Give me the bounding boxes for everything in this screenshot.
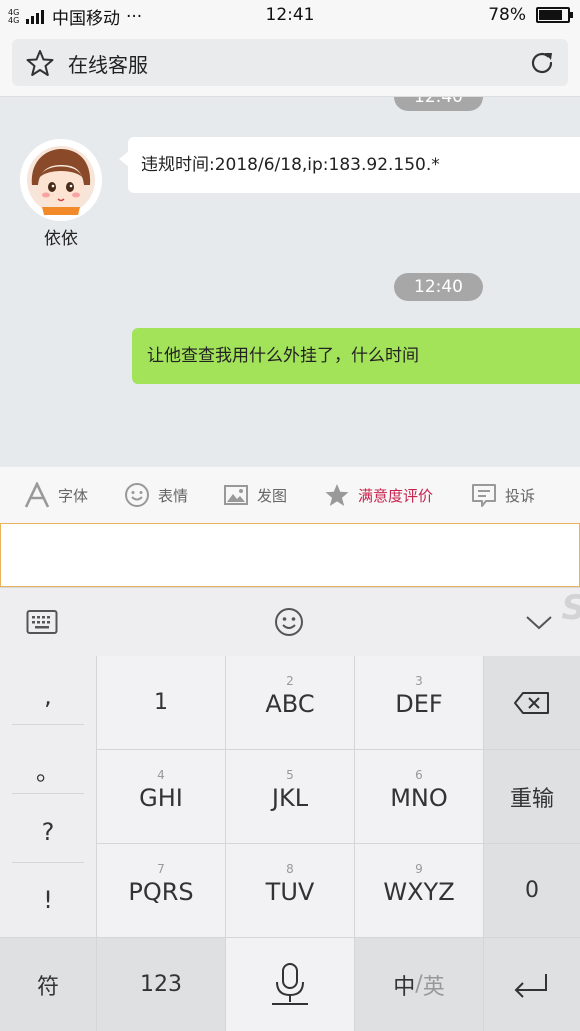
lang-separator: / — [415, 972, 423, 997]
star-filled-icon — [325, 484, 349, 506]
punctuation-column[interactable]: , 。 ? ! — [0, 656, 96, 937]
rating-button[interactable]: 满意度评价 — [324, 467, 433, 523]
key-7-letters: PQRS — [128, 878, 194, 906]
key-9-wxyz[interactable]: 9 WXYZ — [355, 844, 483, 937]
key-5-jkl[interactable]: 5 JKL — [226, 750, 354, 843]
backspace-icon — [514, 692, 549, 714]
divider — [12, 862, 84, 863]
font-button[interactable]: 字体 — [24, 467, 88, 523]
key-4-letters: GHI — [139, 784, 183, 812]
image-button[interactable]: 发图 — [223, 467, 287, 523]
numbers-label: 123 — [140, 972, 182, 997]
message-input[interactable] — [0, 523, 580, 587]
agent-avatar[interactable] — [20, 139, 102, 221]
time-pill-top: 12:40 — [394, 97, 483, 111]
image-icon — [224, 485, 248, 505]
complaint-icon — [472, 484, 496, 507]
key-9-number: 9 — [415, 862, 423, 876]
divider — [12, 793, 84, 794]
key-6-letters: MNO — [390, 784, 448, 812]
key-5-letters: JKL — [271, 784, 309, 812]
title-bar: 在线客服 — [12, 39, 568, 86]
image-label: 发图 — [257, 486, 288, 505]
smiley-icon — [125, 483, 149, 507]
key-7-number: 7 — [157, 862, 165, 876]
key-3-number: 3 — [415, 674, 423, 688]
backspace-key[interactable] — [484, 656, 580, 749]
key-2-abc[interactable]: 2 ABC — [226, 656, 354, 749]
key-4-ghi[interactable]: 4 GHI — [97, 750, 225, 843]
language-toggle-key[interactable]: 中 / 英 — [355, 938, 483, 1031]
battery-icon — [536, 7, 573, 23]
agent-message[interactable]: 违规时间:2018/6/18,ip:183.92.150.* — [119, 137, 580, 193]
chevron-down-icon[interactable] — [524, 612, 554, 632]
header: 在线客服 — [0, 30, 580, 97]
punct-exclaim[interactable]: ! — [12, 886, 84, 914]
chat-toolbar: 字体 表情 发图 满意度评价 投诉 — [0, 467, 580, 523]
font-icon — [24, 482, 50, 508]
star-icon[interactable] — [26, 49, 54, 77]
emoji-icon[interactable] — [273, 606, 305, 638]
status-right: 78% — [488, 5, 573, 25]
lang-en: 英 — [422, 974, 445, 1000]
agent-name: 依依 — [44, 229, 78, 249]
symbols-key[interactable]: 符 — [0, 938, 96, 1031]
enter-icon — [514, 974, 547, 998]
rating-label: 满意度评价 — [358, 486, 434, 505]
emoji-button[interactable]: 表情 — [124, 467, 188, 523]
key-6-mno[interactable]: 6 MNO — [355, 750, 483, 843]
key-3-letters: DEF — [395, 690, 443, 718]
key-0-label: 0 — [525, 878, 539, 903]
complaint-label: 投诉 — [505, 486, 536, 505]
punct-period[interactable]: 。 — [12, 752, 84, 787]
emoji-label: 表情 — [158, 486, 189, 505]
key-8-number: 8 — [286, 862, 294, 876]
complaint-button[interactable]: 投诉 — [471, 467, 535, 523]
numbers-key[interactable]: 123 — [97, 938, 225, 1031]
key-7-pqrs[interactable]: 7 PQRS — [97, 844, 225, 937]
key-1-label: 1 — [154, 690, 168, 715]
key-1[interactable]: 1 — [97, 656, 225, 749]
microphone-icon — [272, 963, 308, 1005]
key-8-letters: TUV — [265, 878, 315, 906]
user-message[interactable]: 让他查查我用什么外挂了，什么时间 — [132, 328, 580, 384]
font-label: 字体 — [58, 486, 89, 505]
chat-area[interactable]: 12:40 依依 违规时间:2018/6/18,ip:183.92.150.* … — [0, 97, 580, 467]
key-3-def[interactable]: 3 DEF — [355, 656, 483, 749]
key-6-number: 6 — [415, 768, 423, 782]
keyboard-toolbar: S — [0, 587, 580, 656]
reenter-label: 重输 — [509, 786, 554, 812]
key-5-number: 5 — [286, 768, 294, 782]
language-toggle-label: 中 / 英 — [355, 938, 483, 1031]
voice-key[interactable] — [226, 938, 354, 1031]
key-8-tuv[interactable]: 8 TUV — [226, 844, 354, 937]
enter-key[interactable] — [484, 938, 580, 1031]
reenter-key[interactable]: 重输 — [484, 750, 580, 843]
status-bar: 4G 4G 中国移动 ··· 12:41 78% — [0, 0, 580, 30]
key-4-number: 4 — [157, 768, 165, 782]
key-0[interactable]: 0 — [484, 844, 580, 937]
refresh-icon[interactable] — [528, 49, 556, 77]
keyboard: , 。 ? ! 1 2 ABC 3 DEF 4 GHI 5 JKL 6 MNO — [0, 656, 580, 1031]
logo-watermark: S — [562, 588, 580, 628]
divider — [12, 724, 84, 725]
punct-comma[interactable]: , — [12, 682, 84, 710]
page-title: 在线客服 — [68, 53, 148, 77]
battery-percent: 78% — [488, 5, 526, 25]
key-2-letters: ABC — [265, 690, 315, 718]
key-9-letters: WXYZ — [383, 878, 455, 906]
time-pill: 12:40 — [394, 273, 483, 301]
symbols-label: 符 — [36, 974, 59, 1000]
punct-question[interactable]: ? — [12, 818, 84, 846]
keyboard-icon[interactable] — [26, 609, 58, 635]
lang-zh: 中 — [393, 974, 416, 1000]
avatar-icon — [20, 139, 102, 221]
key-2-number: 2 — [286, 674, 294, 688]
